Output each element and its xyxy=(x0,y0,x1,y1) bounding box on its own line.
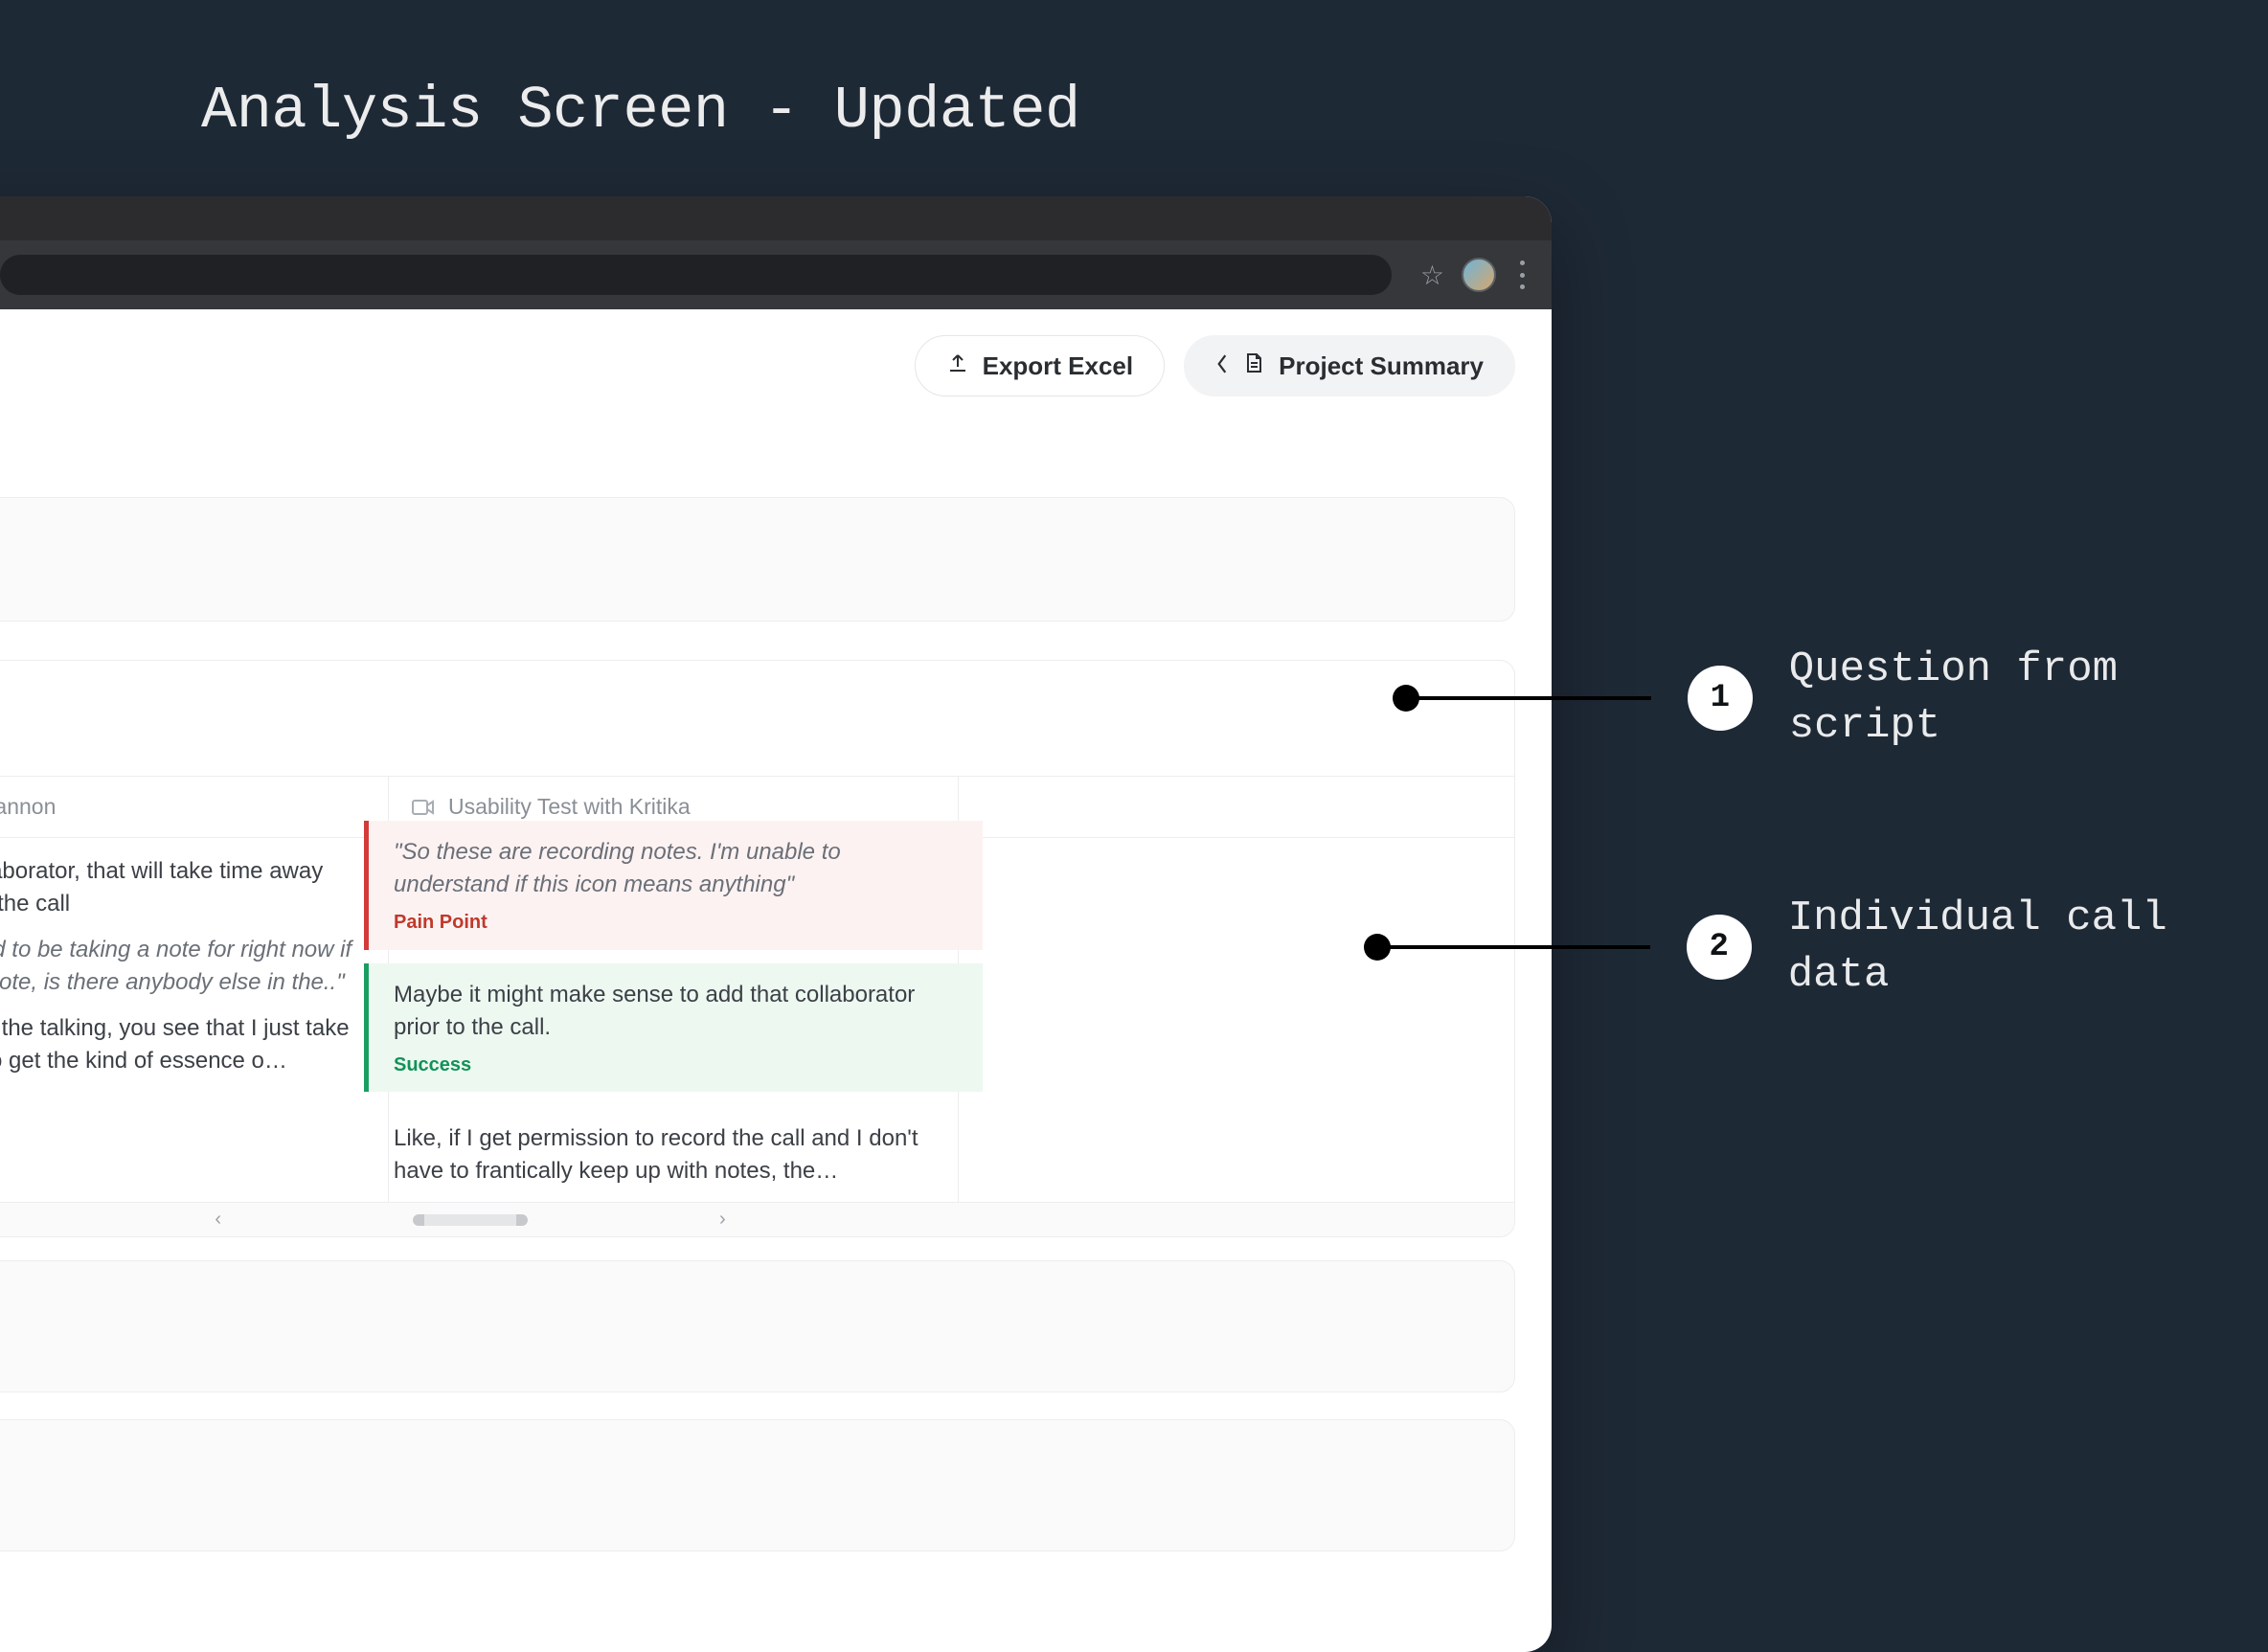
success-quote: Maybe it might make sense to add that co… xyxy=(394,979,958,1044)
scroll-thumb[interactable] xyxy=(413,1214,528,1226)
video-icon xyxy=(412,797,435,818)
export-excel-button[interactable]: Export Excel xyxy=(915,335,1166,396)
browser-tabstrip xyxy=(0,196,1552,240)
section-block xyxy=(0,1260,1515,1392)
script-question-block xyxy=(0,497,1515,622)
slide-title: Analysis Screen - Updated xyxy=(201,77,1080,145)
annotation-number: 2 xyxy=(1687,915,1752,980)
chevron-left-icon xyxy=(1215,351,1229,381)
annotation-leader-line xyxy=(1406,696,1651,700)
column-header-shannon[interactable]: Call with Shannon xyxy=(0,776,389,838)
snippet-quote: "Am I supposed to be taking a note for r… xyxy=(0,934,363,999)
annotation-2: 2 Individual call data xyxy=(1377,891,2268,1005)
url-pill[interactable] xyxy=(0,255,1392,295)
snippet: Like, if I get permission to record the … xyxy=(364,1105,983,1201)
annotation-text: Question from script xyxy=(1789,642,2268,756)
app-window: ☆ Export Excel Project Summary xyxy=(0,196,1552,1652)
snippet: If I invite a collaborator, that will ta… xyxy=(0,855,363,920)
upload-icon xyxy=(946,351,969,381)
kebab-menu-icon[interactable] xyxy=(1513,260,1531,289)
star-icon[interactable]: ☆ xyxy=(1420,260,1444,291)
annotation-leader-line xyxy=(1377,945,1650,949)
app-header: Export Excel Project Summary xyxy=(0,309,1552,422)
annotation-1: 1 Question from script xyxy=(1406,642,2268,756)
success-label: Success xyxy=(394,1052,958,1078)
column-header-label: Usability Test with Kritika xyxy=(448,794,691,820)
pain-point-quote: "So these are recording notes. I'm unabl… xyxy=(394,836,958,901)
annotation-text: Individual call data xyxy=(1788,891,2268,1005)
pain-point-block[interactable]: "So these are recording notes. I'm unabl… xyxy=(364,821,983,950)
export-excel-label: Export Excel xyxy=(983,351,1134,381)
column-header-label: Call with Shannon xyxy=(0,794,56,820)
call-data-card: chit Call with Shannon Usability Test wi… xyxy=(0,660,1515,1237)
cell-kritika[interactable]: "So these are recording notes. I'm unabl… xyxy=(389,838,959,1202)
horizontal-scrollbar[interactable]: ‹ › xyxy=(0,1202,1514,1236)
pain-point-label: Pain Point xyxy=(394,909,958,936)
browser-urlbar: ☆ xyxy=(0,240,1552,309)
annotation-number: 1 xyxy=(1688,666,1753,731)
scroll-right-icon[interactable]: › xyxy=(719,1209,726,1231)
cell-shannon[interactable]: If I invite a collaborator, that will ta… xyxy=(0,838,389,1202)
avatar[interactable] xyxy=(1462,258,1496,292)
snippet-text: Like, if I get permission to record the … xyxy=(394,1122,958,1188)
project-summary-button[interactable]: Project Summary xyxy=(1184,335,1515,396)
document-icon xyxy=(1242,351,1265,381)
project-summary-label: Project Summary xyxy=(1279,351,1484,381)
section-block xyxy=(0,1419,1515,1551)
scroll-left-icon[interactable]: ‹ xyxy=(215,1209,221,1231)
snippet: But if I'm doing the talking, you see th… xyxy=(0,1012,363,1077)
column-header-empty xyxy=(959,776,1515,838)
success-block[interactable]: Maybe it might make sense to add that co… xyxy=(364,963,983,1093)
